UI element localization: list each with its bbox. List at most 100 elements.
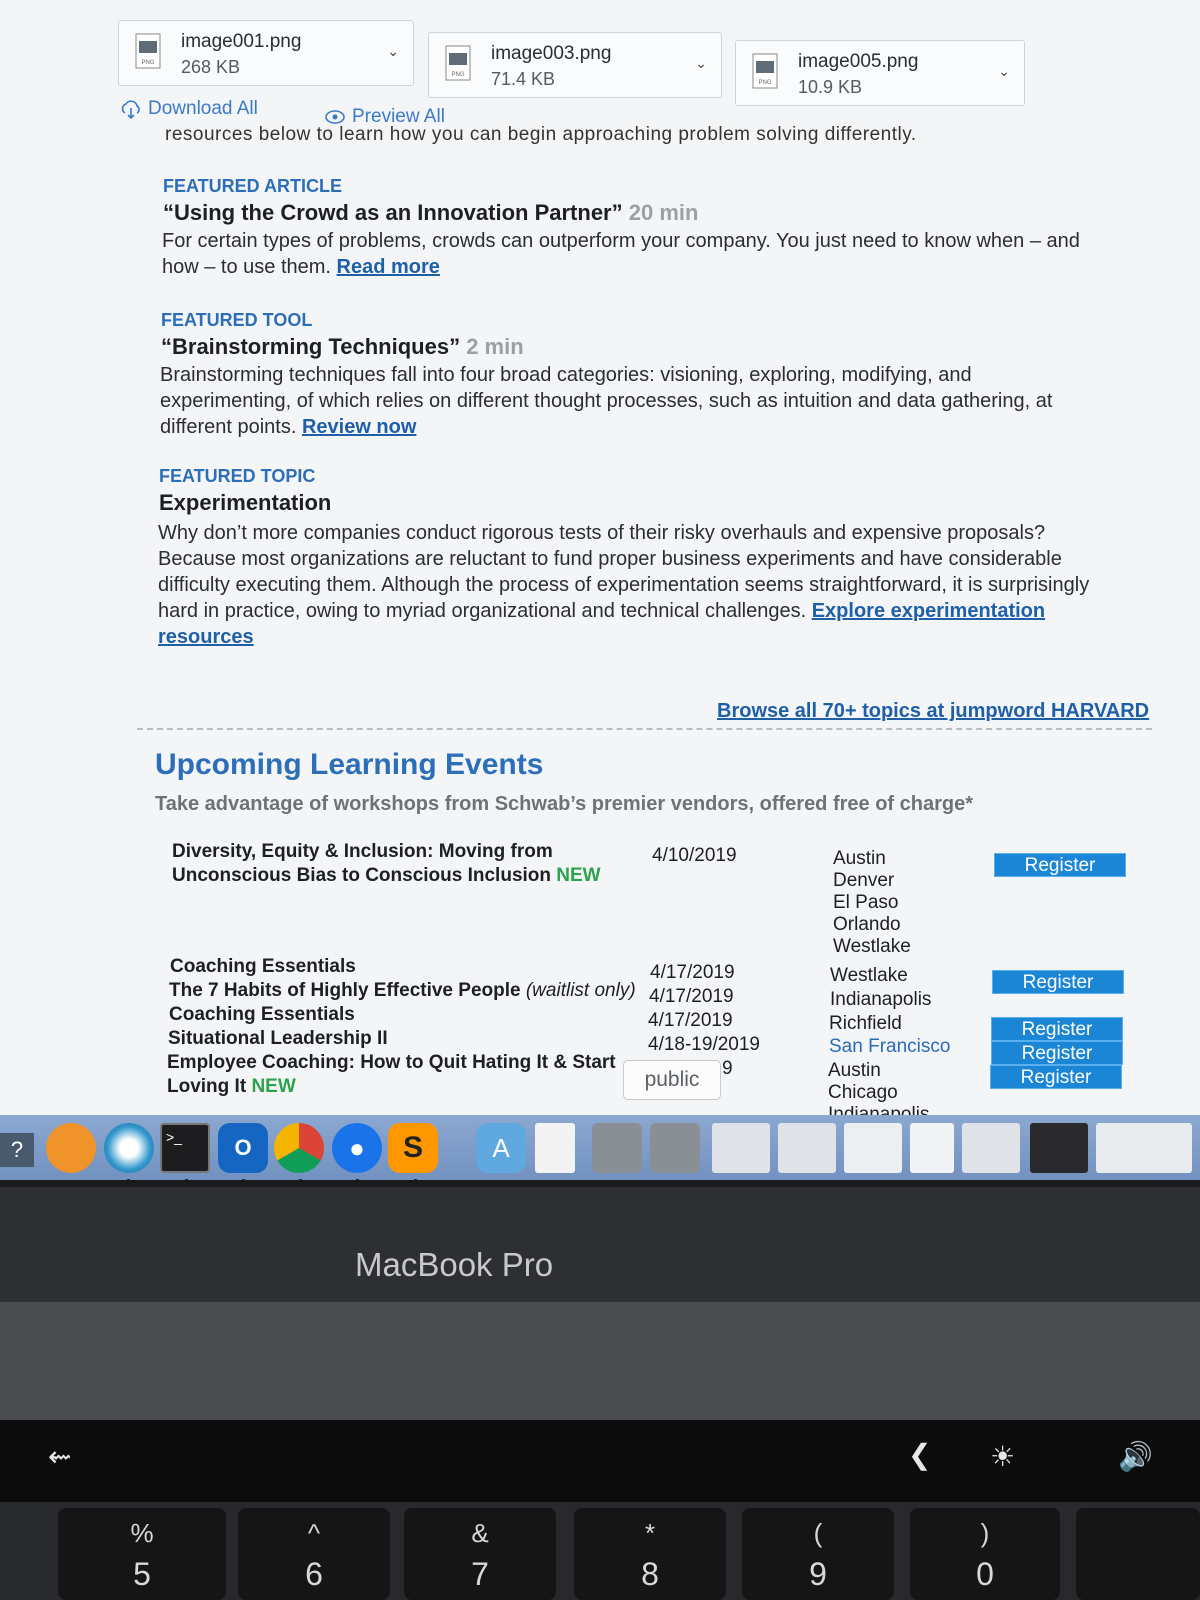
event-date: 4/10/2019 xyxy=(652,845,737,866)
help-icon[interactable]: ? xyxy=(0,1133,34,1167)
window-thumbnail-icon[interactable] xyxy=(1096,1123,1192,1173)
register-button[interactable]: Register xyxy=(991,1041,1123,1065)
attachment-card[interactable]: PNG image001.png 268 KB ⌄ xyxy=(118,20,414,86)
svg-text:PNG: PNG xyxy=(451,72,464,78)
new-badge: NEW xyxy=(556,865,601,886)
read-more-link[interactable]: Read more xyxy=(337,256,440,278)
city: Austin xyxy=(828,1060,881,1081)
city: Orlando xyxy=(833,914,901,935)
body-line: resources xyxy=(158,624,1089,650)
key-6[interactable]: ^ 6 xyxy=(238,1508,390,1600)
event-date: 4/17/2019 xyxy=(649,986,734,1007)
explore-experimentation-link-cont[interactable]: resources xyxy=(158,626,254,648)
key-digit: 9 xyxy=(809,1556,827,1592)
drive-icon[interactable] xyxy=(650,1123,700,1173)
key-7[interactable]: & 7 xyxy=(404,1508,556,1600)
window-thumbnail-icon[interactable] xyxy=(844,1123,902,1173)
key-8[interactable]: * 8 xyxy=(574,1508,726,1600)
key-0[interactable]: ) 0 xyxy=(910,1508,1060,1600)
running-indicator xyxy=(126,1179,131,1180)
drive-icon[interactable] xyxy=(592,1123,642,1173)
key-shift-symbol: ( xyxy=(813,1518,823,1548)
body-line: experimenting, of which relies on differ… xyxy=(160,390,1053,412)
key-9[interactable]: ( 9 xyxy=(742,1508,894,1600)
register-button[interactable]: Register xyxy=(992,970,1124,994)
window-thumbnail-icon[interactable] xyxy=(712,1123,770,1173)
chevron-down-icon[interactable]: ⌄ xyxy=(387,43,399,60)
window-thumbnail-icon[interactable] xyxy=(962,1123,1020,1173)
attachment-card[interactable]: PNG image005.png 10.9 KB ⌄ xyxy=(735,40,1025,106)
title-text: “Brainstorming Techniques” xyxy=(161,334,461,359)
app-store-folder-icon[interactable]: A xyxy=(476,1123,526,1173)
register-button[interactable]: Register xyxy=(990,1065,1122,1089)
event-city: Westlake xyxy=(830,965,908,986)
chevron-left-icon[interactable]: ❮ xyxy=(908,1438,931,1471)
screenshot-icon[interactable]: ⇜ xyxy=(48,1440,71,1473)
key-5[interactable]: % 5 xyxy=(58,1508,226,1600)
event-name: Coaching Essentials xyxy=(170,956,356,977)
attachment-card[interactable]: PNG image003.png 71.4 KB ⌄ xyxy=(428,32,722,98)
window-thumbnail-icon[interactable] xyxy=(1030,1123,1088,1173)
chrome-icon[interactable] xyxy=(274,1123,324,1173)
attachment-name: image003.png xyxy=(491,43,612,64)
photos-icon[interactable] xyxy=(104,1123,154,1173)
window-thumbnail-icon[interactable] xyxy=(910,1123,954,1173)
event-city: Indianapolis xyxy=(830,989,932,1010)
event-date: 4/17/2019 xyxy=(650,962,735,983)
event-name-line: Loving It xyxy=(167,1076,247,1097)
cloud-download-icon xyxy=(121,100,140,120)
png-file-icon: PNG xyxy=(445,45,471,81)
download-all-label: Download All xyxy=(148,98,258,120)
event-city: Richfield xyxy=(829,1013,902,1034)
window-thumbnail-icon[interactable] xyxy=(778,1123,836,1173)
running-indicator xyxy=(355,1179,360,1180)
chevron-down-icon[interactable]: ⌄ xyxy=(998,63,1010,80)
screen: PNG image001.png 268 KB ⌄ PNG image003.p… xyxy=(0,0,1200,1180)
register-button[interactable]: Register xyxy=(994,853,1126,877)
png-file-icon: PNG xyxy=(135,33,161,69)
key-shift-symbol: ) xyxy=(980,1518,990,1548)
duration: 20 min xyxy=(628,200,699,225)
review-now-link[interactable]: Review now xyxy=(302,416,416,438)
key-shift-symbol: * xyxy=(644,1518,656,1548)
laptop-deck xyxy=(0,1302,1200,1420)
body-line-text: how – to use them. xyxy=(162,256,331,278)
svg-text:PNG: PNG xyxy=(141,60,154,66)
attachment-size: 10.9 KB xyxy=(798,77,863,97)
event-name: Diversity, Equity & Inclusion: Moving fr… xyxy=(172,840,601,888)
download-all-link[interactable]: Download All xyxy=(120,98,258,120)
key-shift-symbol: ^ xyxy=(307,1518,321,1548)
body-line: different points. Review now xyxy=(160,414,1052,440)
key-minus[interactable] xyxy=(1076,1508,1200,1600)
running-indicator xyxy=(298,1179,303,1180)
topic-body: Why don’t more companies conduct rigorou… xyxy=(158,520,1089,650)
books-icon[interactable] xyxy=(46,1123,96,1173)
sublime-icon[interactable]: S xyxy=(388,1123,438,1173)
terminal-icon[interactable]: >_ xyxy=(160,1123,210,1173)
tooltip: public xyxy=(623,1060,721,1100)
duration: 2 min xyxy=(466,334,524,359)
explore-experimentation-link[interactable]: Explore experimentation xyxy=(812,600,1045,622)
event-date: 4/18-19/2019 xyxy=(648,1034,760,1055)
body-line: Because most organizations are reluctant… xyxy=(158,548,1062,570)
event-date: 9 xyxy=(722,1058,733,1079)
key-digit: 0 xyxy=(976,1556,994,1592)
volume-icon[interactable]: 🔊 xyxy=(1118,1440,1153,1473)
article-title: “Using the Crowd as an Innovation Partne… xyxy=(163,200,698,226)
outlook-icon[interactable]: O xyxy=(218,1123,268,1173)
city: Denver xyxy=(833,870,895,891)
body-line: difficulty executing them. Although the … xyxy=(158,574,1090,596)
city: Chicago xyxy=(828,1082,898,1103)
maps-pin-icon[interactable]: ● xyxy=(332,1123,382,1173)
events-subheading: Take advantage of workshops from Schwab’… xyxy=(155,793,974,815)
key-digit: 7 xyxy=(471,1556,489,1592)
doc-icon[interactable] xyxy=(535,1123,575,1173)
running-indicator xyxy=(184,1179,189,1180)
register-button[interactable]: Register xyxy=(991,1017,1123,1041)
title-text: “Using the Crowd as an Innovation Partne… xyxy=(163,200,623,225)
browse-topics-link[interactable]: Browse all 70+ topics at jumpword HARVAR… xyxy=(717,700,1149,723)
event-cities: Austin Denver El Paso Orlando Westlake xyxy=(833,848,911,958)
brightness-icon[interactable]: ☀ xyxy=(990,1440,1015,1473)
body-line-text: different points. xyxy=(160,416,297,438)
chevron-down-icon[interactable]: ⌄ xyxy=(695,55,707,72)
